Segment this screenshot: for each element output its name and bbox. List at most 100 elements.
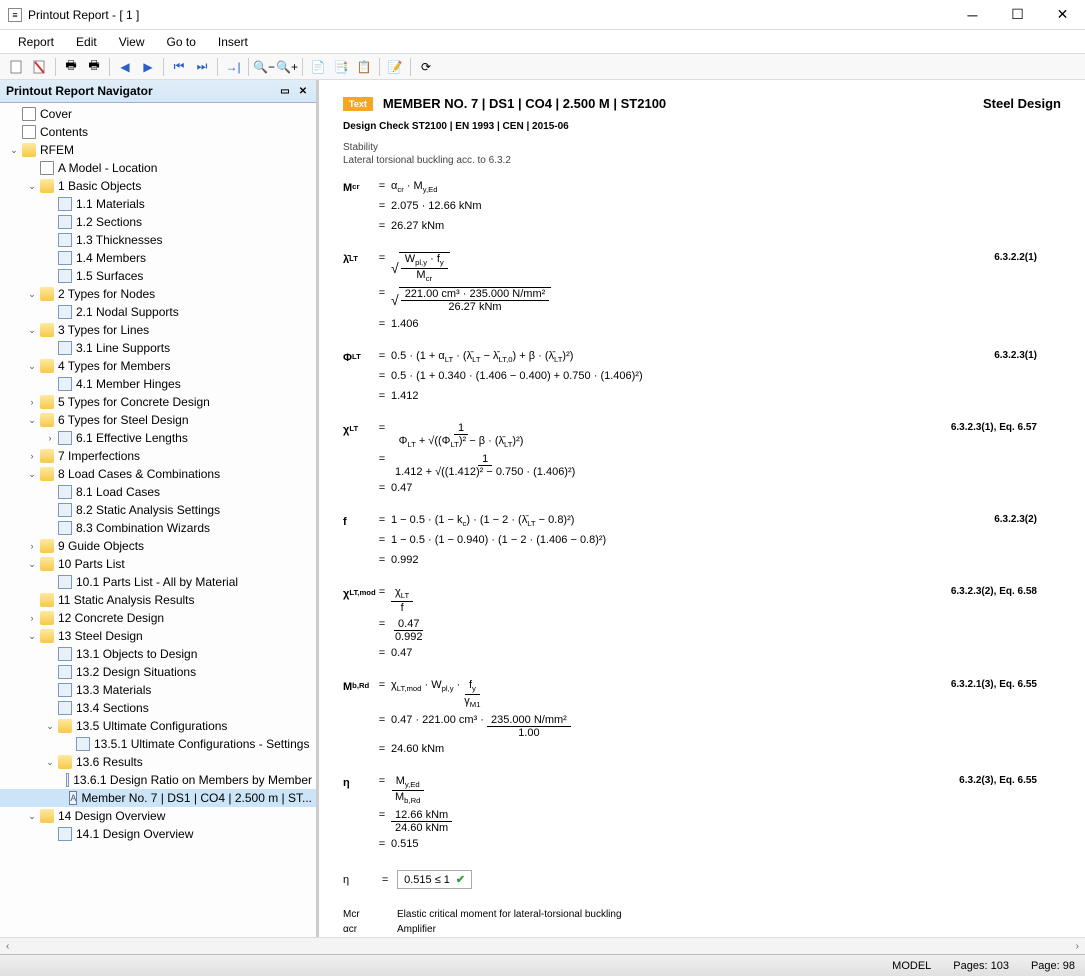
scroll-right-icon[interactable]: › — [1072, 941, 1083, 952]
print-preview-icon[interactable]: 🖶 — [83, 56, 105, 78]
tree-item[interactable]: ⌄1 Basic Objects — [0, 177, 316, 195]
tree-item[interactable]: 10.1 Parts List - All by Material — [0, 573, 316, 591]
tree-item[interactable]: 8.2 Static Analysis Settings — [0, 501, 316, 519]
tree-toggle-icon[interactable]: ⌄ — [26, 361, 38, 372]
tree-item[interactable]: 13.5.1 Ultimate Configurations - Setting… — [0, 735, 316, 753]
chi-result: 0.47 — [391, 482, 412, 494]
tree-item[interactable]: 1.2 Sections — [0, 213, 316, 231]
export-pdf-icon[interactable]: 📄 — [307, 56, 329, 78]
tree-item[interactable]: 1.3 Thicknesses — [0, 231, 316, 249]
tree-toggle-icon[interactable]: › — [26, 613, 38, 623]
tree-toggle-icon[interactable]: ⌄ — [8, 145, 20, 156]
tree-item[interactable]: 14.1 Design Overview — [0, 825, 316, 843]
tree-toggle-icon[interactable]: ⌄ — [26, 181, 38, 192]
tree-item[interactable]: 4.1 Member Hinges — [0, 375, 316, 393]
menu-view[interactable]: View — [109, 33, 155, 51]
tree-item[interactable]: 1.5 Surfaces — [0, 267, 316, 285]
tree-toggle-icon[interactable]: ⌄ — [44, 757, 56, 768]
tree-toggle-icon[interactable]: › — [26, 451, 38, 461]
tree-item[interactable]: 13.3 Materials — [0, 681, 316, 699]
tree-item[interactable]: 13.6.1 Design Ratio on Members by Member — [0, 771, 316, 789]
tree-item[interactable]: 8.3 Combination Wizards — [0, 519, 316, 537]
tree-item[interactable]: ⌄10 Parts List — [0, 555, 316, 573]
tree-item[interactable]: 1.1 Materials — [0, 195, 316, 213]
tree-item[interactable]: ›9 Guide Objects — [0, 537, 316, 555]
check-icon: ✔ — [456, 873, 465, 886]
tree-toggle-icon[interactable]: ⌄ — [26, 559, 38, 570]
tree-item[interactable]: ⌄RFEM — [0, 141, 316, 159]
export-icon[interactable]: 📑 — [330, 56, 352, 78]
folder-icon — [40, 323, 54, 337]
tree-item[interactable]: ⌄3 Types for Lines — [0, 321, 316, 339]
tree-item-label: 1.5 Surfaces — [76, 269, 143, 283]
tree-item[interactable]: 11 Static Analysis Results — [0, 591, 316, 609]
tree-toggle-icon[interactable]: ⌄ — [26, 631, 38, 642]
tree-item-label: 1.4 Members — [76, 251, 146, 265]
tree-item-label: 14.1 Design Overview — [76, 827, 193, 841]
horizontal-scrollbar[interactable]: ‹ › — [0, 937, 1085, 954]
tree-item[interactable]: ⌄13.6 Results — [0, 753, 316, 771]
mcr-line1: 2.075 · 12.66 kNm — [391, 200, 482, 212]
status-model: MODEL — [892, 960, 931, 972]
close-button[interactable]: ✕ — [1040, 0, 1085, 30]
tree-item[interactable]: ›5 Types for Concrete Design — [0, 393, 316, 411]
grid-icon — [58, 485, 72, 499]
tree-item[interactable]: AMember No. 7 | DS1 | CO4 | 2.500 m | ST… — [0, 789, 316, 807]
navigator-tree[interactable]: CoverContents⌄RFEM A Model - Location ⌄1 B… — [0, 103, 316, 937]
tree-item[interactable]: ›7 Imperfections — [0, 447, 316, 465]
tree-item[interactable]: Contents — [0, 123, 316, 141]
tree-item[interactable]: 13.1 Objects to Design — [0, 645, 316, 663]
tree-item[interactable]: ›12 Concrete Design — [0, 609, 316, 627]
tree-toggle-icon[interactable]: › — [26, 397, 38, 407]
tree-item[interactable]: 13.4 Sections — [0, 699, 316, 717]
tree-item[interactable]: ⌄14 Design Overview — [0, 807, 316, 825]
grid-icon — [58, 665, 72, 679]
filter-icon[interactable]: 📝 — [384, 56, 406, 78]
pin-icon[interactable]: ▭ — [278, 84, 292, 98]
tree-item[interactable]: 1.4 Members — [0, 249, 316, 267]
tree-item[interactable]: ⌄4 Types for Members — [0, 357, 316, 375]
tree-item[interactable]: ⌄13.5 Ultimate Configurations — [0, 717, 316, 735]
tree-item[interactable]: ⌄13 Steel Design — [0, 627, 316, 645]
tree-item[interactable]: 3.1 Line Supports — [0, 339, 316, 357]
new-icon[interactable] — [6, 56, 28, 78]
print-icon[interactable]: 🖶 — [60, 56, 82, 78]
tree-item[interactable]: A Model - Location — [0, 159, 316, 177]
menu-insert[interactable]: Insert — [208, 33, 258, 51]
minimize-button[interactable]: ─ — [950, 0, 995, 30]
tree-item[interactable]: ⌄6 Types for Steel Design — [0, 411, 316, 429]
prev-icon[interactable]: ◀ — [114, 56, 136, 78]
tree-item[interactable]: ⌄8 Load Cases & Combinations — [0, 465, 316, 483]
tree-item[interactable]: 2.1 Nodal Supports — [0, 303, 316, 321]
tree-item[interactable]: 8.1 Load Cases — [0, 483, 316, 501]
first-icon[interactable]: ⏮ — [168, 56, 190, 78]
tree-item[interactable]: ›6.1 Effective Lengths — [0, 429, 316, 447]
tree-item[interactable]: Cover — [0, 105, 316, 123]
close-panel-icon[interactable]: ✕ — [296, 84, 310, 98]
menu-goto[interactable]: Go to — [157, 33, 206, 51]
tree-toggle-icon[interactable]: ⌄ — [44, 721, 56, 732]
delete-icon[interactable] — [29, 56, 51, 78]
tree-item[interactable]: 13.2 Design Situations — [0, 663, 316, 681]
tree-toggle-icon[interactable]: ⌄ — [26, 415, 38, 426]
maximize-button[interactable]: ☐ — [995, 0, 1040, 30]
tree-toggle-icon[interactable]: ⌄ — [26, 811, 38, 822]
tree-toggle-icon[interactable]: › — [26, 541, 38, 551]
scroll-left-icon[interactable]: ‹ — [2, 941, 13, 952]
refresh-icon[interactable]: ⟳ — [415, 56, 437, 78]
tree-item-label: A Model - Location — [58, 161, 157, 175]
settings-icon[interactable]: 📋 — [353, 56, 375, 78]
menu-edit[interactable]: Edit — [66, 33, 107, 51]
window-titlebar: ≡ Printout Report - [ 1 ] ─ ☐ ✕ — [0, 0, 1085, 30]
zoom-out-icon[interactable]: 🔍− — [253, 56, 275, 78]
tree-toggle-icon[interactable]: ⌄ — [26, 469, 38, 480]
last-icon[interactable]: ⏭ — [191, 56, 213, 78]
next-icon[interactable]: ▶ — [137, 56, 159, 78]
tree-toggle-icon[interactable]: › — [44, 433, 56, 443]
tree-toggle-icon[interactable]: ⌄ — [26, 325, 38, 336]
goto-icon[interactable]: →| — [222, 56, 244, 78]
menu-report[interactable]: Report — [8, 33, 64, 51]
tree-toggle-icon[interactable]: ⌄ — [26, 289, 38, 300]
zoom-in-icon[interactable]: 🔍+ — [276, 56, 298, 78]
tree-item[interactable]: ⌄2 Types for Nodes — [0, 285, 316, 303]
